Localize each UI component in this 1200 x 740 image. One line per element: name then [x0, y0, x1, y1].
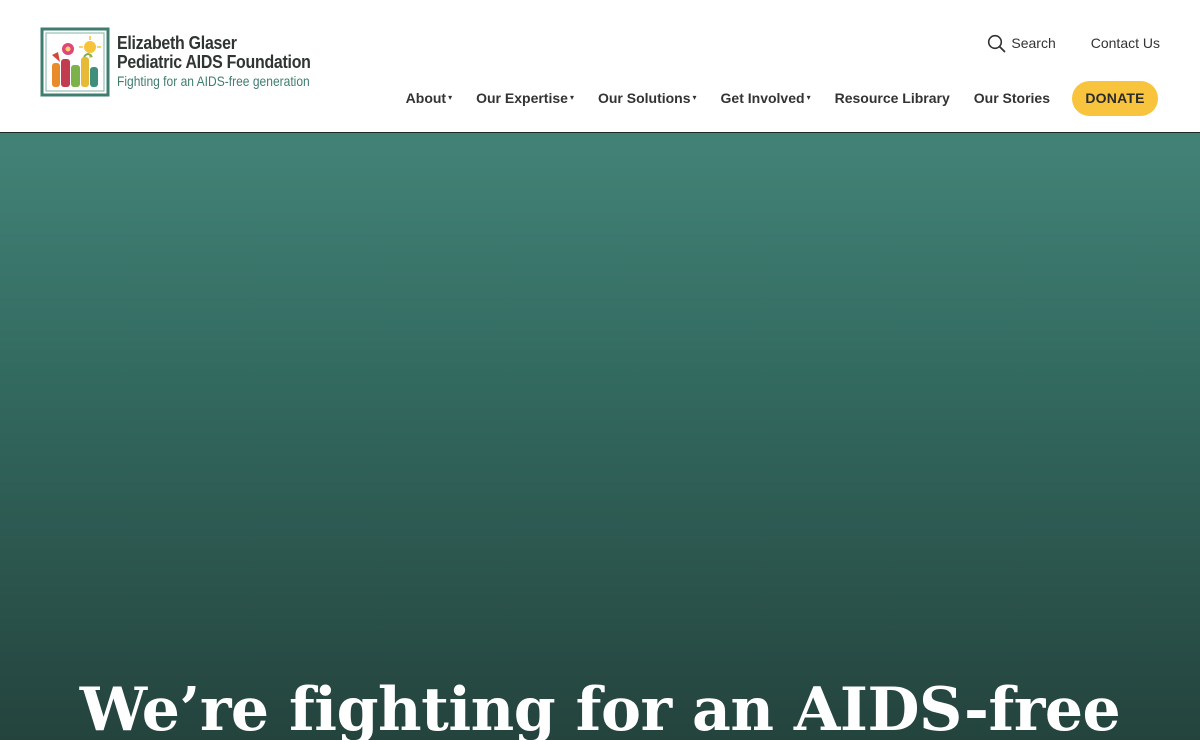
main-nav: About ▾ Our Expertise ▾ Our Solutions ▾ … — [382, 80, 1158, 116]
utility-nav: Search Contact Us — [987, 33, 1160, 53]
hero-banner: We’re fighting for an AIDS-free — [0, 133, 1200, 740]
nav-item-label: About — [405, 90, 447, 106]
logo-name-line2: Pediatric AIDS Foundation — [117, 51, 311, 72]
nav-item-label: Our Solutions — [597, 90, 691, 106]
nav-item-label: Get Involved — [720, 90, 805, 106]
nav-item-resource-library[interactable]: Resource Library — [835, 90, 950, 106]
donate-button[interactable]: DONATE — [1072, 80, 1158, 116]
nav-item-about[interactable]: About ▾ — [406, 90, 452, 106]
site-logo[interactable]: Elizabeth Glaser Pediatric AIDS Foundati… — [40, 27, 330, 99]
search-link[interactable]: Search — [987, 34, 1056, 53]
nav-item-our-stories[interactable]: Our Stories — [974, 90, 1050, 106]
logo-tagline: Fighting for an AIDS-free generation — [117, 73, 310, 89]
nav-item-get-involved[interactable]: Get Involved ▾ — [721, 90, 811, 106]
contact-us-link[interactable]: Contact Us — [1091, 35, 1160, 51]
site-header: Elizabeth Glaser Pediatric AIDS Foundati… — [0, 0, 1200, 133]
nav-item-label: Our Stories — [973, 90, 1050, 106]
nav-item-our-solutions[interactable]: Our Solutions ▾ — [598, 90, 697, 106]
caret-down-icon: ▾ — [692, 92, 697, 102]
hero-title: We’re fighting for an AIDS-free — [79, 675, 1121, 740]
logo-mark-icon — [40, 27, 110, 97]
caret-down-icon: ▾ — [806, 92, 811, 102]
caret-down-icon: ▾ — [569, 92, 574, 102]
nav-item-label: Resource Library — [834, 90, 950, 106]
nav-item-label: Our Expertise — [476, 90, 568, 106]
nav-item-our-expertise[interactable]: Our Expertise ▾ — [476, 90, 574, 106]
logo-text: Elizabeth Glaser Pediatric AIDS Foundati… — [117, 33, 342, 89]
logo-name-line1: Elizabeth Glaser — [117, 32, 237, 53]
search-label: Search — [1011, 35, 1056, 51]
search-icon — [988, 34, 1006, 52]
caret-down-icon: ▾ — [448, 92, 453, 102]
